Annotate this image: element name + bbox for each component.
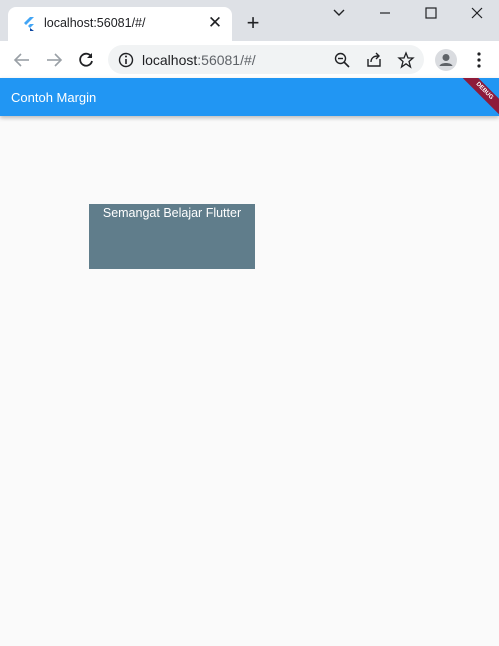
browser-toolbar: localhost:56081/#/ xyxy=(0,41,499,78)
maximize-icon[interactable] xyxy=(423,5,439,21)
zoom-icon[interactable] xyxy=(333,51,351,69)
browser-tab-strip: localhost:56081/#/ ✕ + xyxy=(0,0,499,41)
star-icon[interactable] xyxy=(397,51,415,69)
share-icon[interactable] xyxy=(365,51,383,69)
debug-banner: DEBUG xyxy=(457,78,499,120)
forward-arrow-icon[interactable] xyxy=(44,50,64,70)
tab-close-icon[interactable]: ✕ xyxy=(206,13,224,33)
app-bar-title: Contoh Margin xyxy=(11,90,97,105)
new-tab-button[interactable]: + xyxy=(243,12,263,34)
tab-title: localhost:56081/#/ xyxy=(44,16,146,30)
info-icon[interactable] xyxy=(117,51,135,69)
back-arrow-icon[interactable] xyxy=(12,50,32,70)
tab-search-chevron-icon[interactable] xyxy=(331,5,347,21)
app-bar: Contoh Margin xyxy=(0,78,499,116)
minimize-icon[interactable] xyxy=(377,5,393,21)
profile-icon[interactable] xyxy=(435,49,457,71)
container-text: Semangat Belajar Flutter xyxy=(102,206,242,220)
flutter-icon xyxy=(24,17,34,31)
margin-container: Semangat Belajar Flutter xyxy=(89,204,255,269)
address-bar[interactable]: localhost:56081/#/ xyxy=(108,45,424,74)
url-host: localhost xyxy=(142,52,198,68)
close-window-icon[interactable] xyxy=(469,5,485,21)
reload-icon[interactable] xyxy=(76,50,96,70)
url-path: :56081/#/ xyxy=(197,52,256,68)
url-text: localhost:56081/#/ xyxy=(142,52,256,68)
debug-banner-label: DEBUG xyxy=(457,78,499,120)
kebab-menu-icon[interactable] xyxy=(470,50,488,70)
browser-tab[interactable]: localhost:56081/#/ ✕ xyxy=(8,7,232,41)
